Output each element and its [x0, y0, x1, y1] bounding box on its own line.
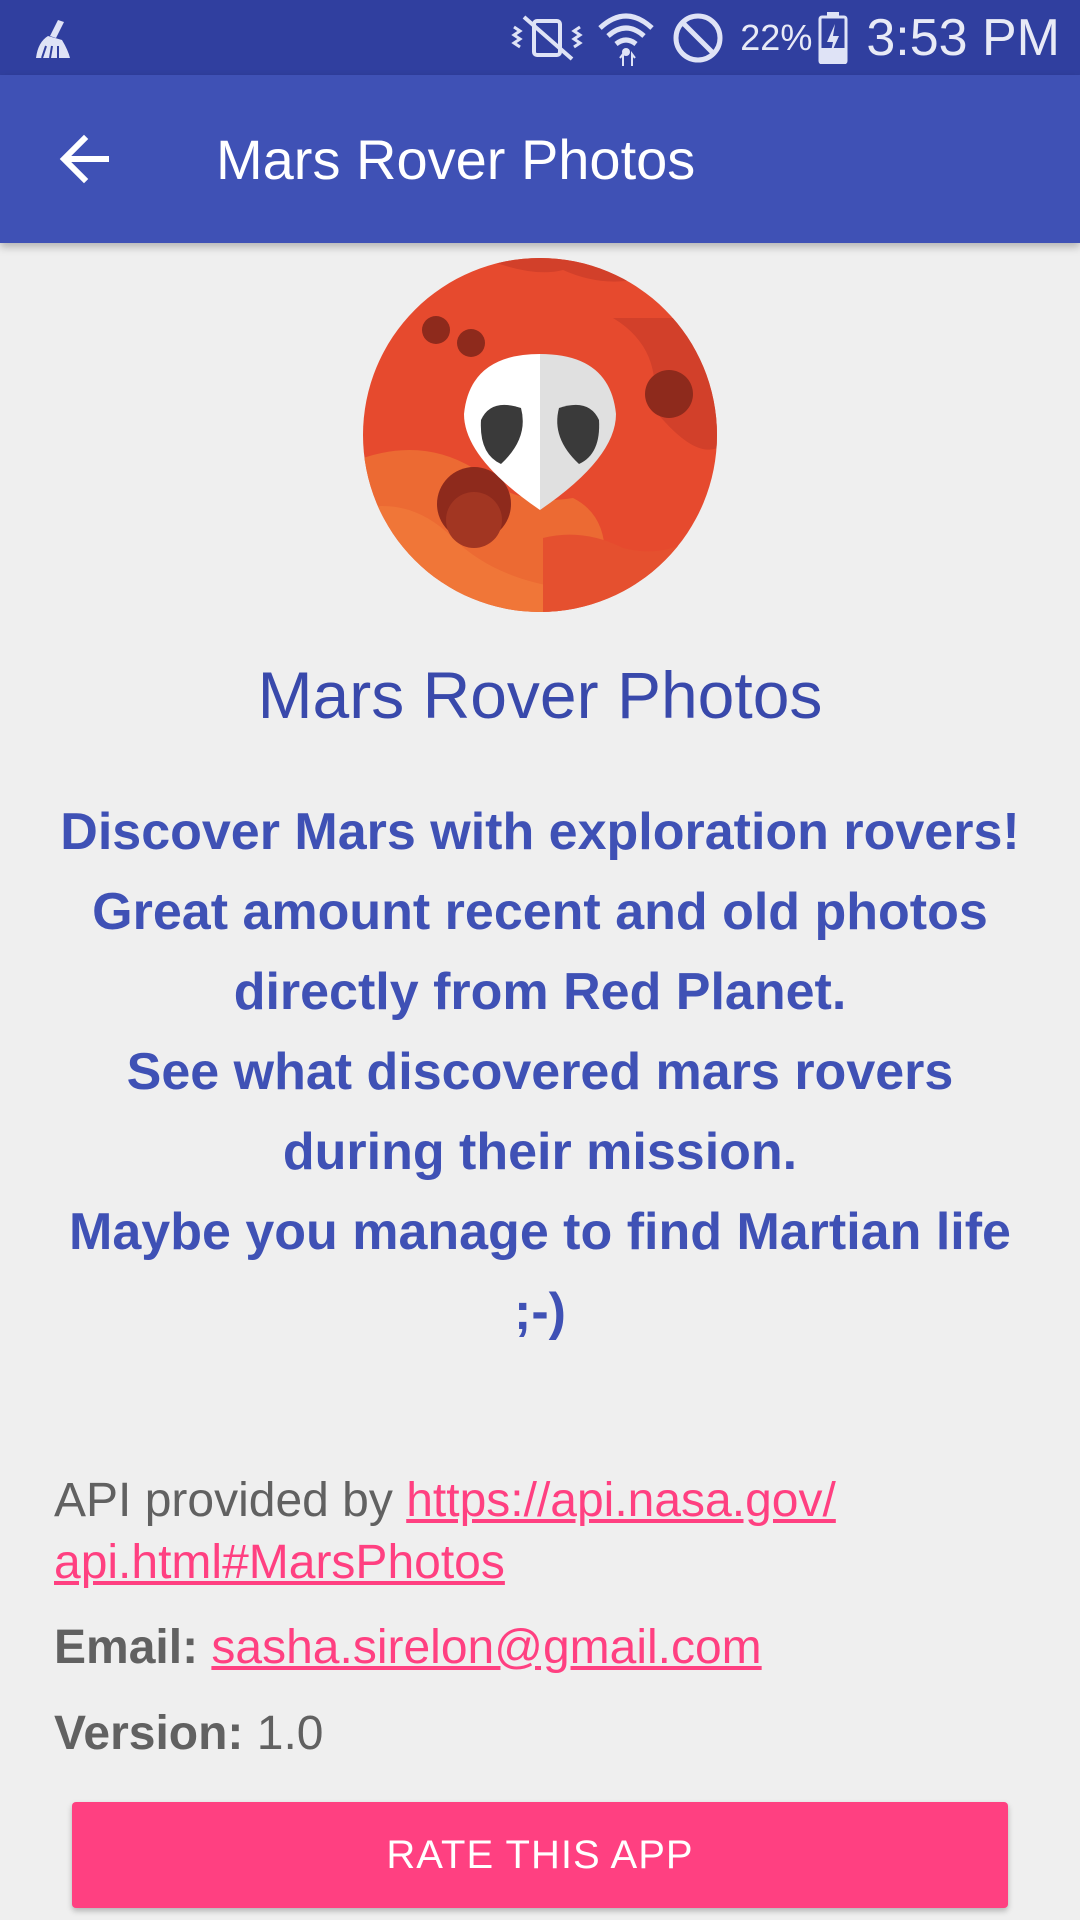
version-row: Version: 1.0: [54, 1703, 1034, 1765]
toolbar-title: Mars Rover Photos: [216, 128, 696, 191]
status-bar: 22% 3:53 PM: [0, 0, 1080, 75]
api-url-part: https://api.nasa.gov/: [406, 1474, 836, 1527]
description-line: Great amount recent and old photos direc…: [92, 883, 988, 1021]
email-label: Email:: [54, 1621, 199, 1674]
status-clock: 3:53 PM: [866, 8, 1060, 67]
email-link[interactable]: sasha.sirelon@gmail.com: [211, 1621, 761, 1674]
app-description: Discover Mars with exploration rovers! G…: [60, 792, 1020, 1352]
vibrate-mute-icon: [511, 14, 583, 61]
version-value: 1.0: [256, 1707, 324, 1760]
back-button[interactable]: [40, 117, 128, 201]
app-logo: [363, 258, 717, 612]
app-bar: Mars Rover Photos: [0, 75, 1080, 243]
wifi-icon: [598, 13, 654, 66]
status-icons: 22% 3:53 PM: [510, 0, 1060, 75]
cleaner-icon: [36, 20, 70, 59]
api-prefix: API provided by: [54, 1474, 407, 1527]
rate-app-button[interactable]: RATE THIS APP: [72, 1802, 1008, 1908]
description-line: See what discovered mars rovers during t…: [126, 1043, 954, 1181]
description-line: Maybe you manage to find Martian life ;-…: [69, 1203, 1011, 1341]
battery-charging-icon: [818, 11, 848, 64]
api-credit: API provided by https://api.nasa.gov/api…: [54, 1470, 1034, 1594]
email-row: Email: sasha.sirelon@gmail.com: [54, 1617, 1034, 1679]
battery-percent: 22%: [740, 16, 813, 58]
do-not-disturb-icon: [673, 13, 723, 62]
description-line: Discover Mars with exploration rovers!: [60, 803, 1020, 861]
api-url-part: api.html#MarsPhotos: [54, 1536, 505, 1589]
arrow-back-icon: [59, 134, 109, 184]
app-name: Mars Rover Photos: [257, 658, 823, 732]
version-label: Version:: [54, 1707, 244, 1760]
